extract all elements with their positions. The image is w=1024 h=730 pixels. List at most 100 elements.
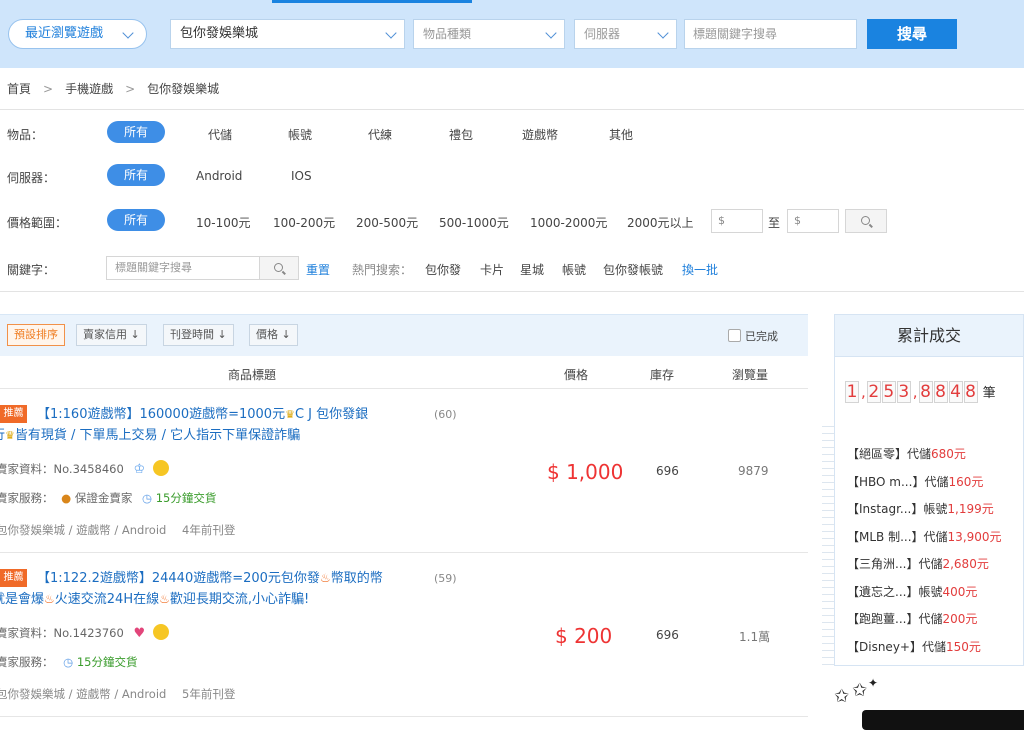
review-count: (59) (434, 572, 457, 585)
item-title-text: 幣取的幣 (330, 571, 383, 586)
seller-info: 賣家資料：No.3458460 ♔ (0, 460, 169, 477)
hot-search-term[interactable]: 包你發 (425, 261, 461, 278)
sort-bar: 預設排序 賣家信用 ↓ 刊登時間 ↓ 價格 ↓ 已完成 (0, 314, 808, 356)
filter-option[interactable]: 代練 (368, 126, 392, 143)
filter-option[interactable]: 100-200元 (273, 214, 335, 231)
deal-type: 】代儲 (906, 612, 943, 626)
deal-amount: 1,199元 (947, 502, 994, 516)
list-item[interactable]: 【絕區零】代儲680元 (847, 445, 1002, 473)
seller-id: 賣家資料：No.1423760 (0, 626, 124, 640)
table-row[interactable]: 推薦 【1:122.2遊戲幣】24440遊戲幣=200元包你發♨幣取的幣 就是會… (0, 554, 808, 717)
crown-icon: ♛ (285, 408, 295, 421)
filter-option[interactable]: 其他 (609, 126, 633, 143)
price-min-input[interactable]: $ (711, 209, 763, 233)
item-category: 包你發娛樂城 / 遊戲幣 / Android 4年前刊登 (0, 522, 235, 538)
deal-counter: 1,253,8848筆 (845, 381, 996, 403)
deal-type: 】代儲 (895, 447, 932, 461)
hot-search-term[interactable]: 星城 (520, 261, 544, 278)
filter-option-all[interactable]: 所有 (107, 121, 165, 143)
breadcrumb-mobile-games[interactable]: 手機遊戲 (65, 80, 113, 97)
service-label: 賣家服務： (0, 655, 54, 669)
reset-link[interactable]: 重置 (306, 261, 330, 278)
list-item[interactable]: 【HBO m...】代儲160元 (847, 473, 1002, 501)
item-title-text: 【1:160遊戲幣】160000遊戲幣=1000元 (37, 407, 286, 422)
filter-option-all[interactable]: 所有 (107, 209, 165, 231)
keyword-search-input[interactable]: 標題關鍵字搜尋 (684, 19, 857, 49)
breadcrumb-home[interactable]: 首頁 (7, 80, 31, 97)
counter-digit: 8 (918, 381, 933, 403)
sort-default-button[interactable]: 預設排序 (7, 324, 65, 346)
hot-search-term[interactable]: 包你發帳號 (603, 261, 663, 278)
completed-checkbox[interactable]: 已完成 (728, 328, 778, 344)
deal-amount: 680元 (931, 447, 966, 461)
deal-amount: 200元 (942, 612, 978, 626)
filter-option[interactable]: 代儲 (208, 126, 232, 143)
sort-price-button[interactable]: 價格 ↓ (249, 324, 298, 346)
star-icon: ✩ (834, 686, 850, 707)
filter-option[interactable]: Android (196, 169, 242, 183)
item-type-select[interactable]: 物品種類 (413, 19, 565, 49)
star-icon: ✩ (852, 680, 868, 701)
total-deals-title: 累計成交 (835, 315, 1023, 357)
filter-row-keyword: 關鍵字： 標題關鍵字搜尋 重置 熱門搜索： 包你發 卡片 星城 帳號 包你發帳號… (0, 256, 1024, 282)
seller-id: 賣家資料：No.3458460 (0, 462, 124, 476)
clock-icon: ◷ (142, 491, 153, 505)
filter-option[interactable]: 禮包 (449, 126, 473, 143)
hot-search-term[interactable]: 卡片 (480, 261, 504, 278)
game-select[interactable]: 包你發娛樂城 (170, 19, 405, 49)
filter-option[interactable]: 遊戲幣 (522, 126, 558, 143)
item-title-text: 歡迎長期交流,小心詐騙! (169, 592, 310, 607)
sort-credit-button[interactable]: 賣家信用 ↓ (76, 324, 147, 346)
deal-amount: 13,900元 (947, 529, 1002, 544)
hot-search-term[interactable]: 帳號 (562, 261, 586, 278)
item-title-text: 【1:122.2遊戲幣】24440遊戲幣=200元包你發 (37, 571, 320, 586)
search-icon (861, 216, 870, 225)
item-title-link[interactable]: 【1:160遊戲幣】160000遊戲幣=1000元♛C J 包你發銀 行♛皆有現… (0, 404, 420, 446)
search-button[interactable]: 搜尋 (867, 19, 957, 49)
item-category: 包你發娛樂城 / 遊戲幣 / Android 5年前刊登 (0, 686, 235, 702)
posted-time: 5年前刊登 (182, 687, 236, 701)
deal-amount: 400元 (942, 584, 978, 599)
item-title-link[interactable]: 【1:122.2遊戲幣】24440遊戲幣=200元包你發♨幣取的幣 就是會爆♨火… (0, 568, 420, 610)
server-placeholder: 伺服器 (584, 27, 621, 41)
recent-games-label: 最近瀏覽遊戲 (25, 26, 104, 41)
filter-option[interactable]: 2000元以上 (627, 214, 694, 231)
filter-option[interactable]: 1000-2000元 (530, 214, 607, 231)
promo-banner[interactable]: ✩ ✩ ✦ (834, 676, 1024, 730)
refresh-hot-link[interactable]: 換一批 (682, 261, 718, 278)
review-count: (60) (434, 408, 457, 421)
keyword-filter-search-button[interactable] (259, 256, 299, 280)
filter-option[interactable]: 帳號 (288, 126, 312, 143)
list-item[interactable]: 【遺忘之...】帳號400元 (847, 583, 1002, 611)
filter-option[interactable]: 10-100元 (196, 214, 251, 231)
counter-digit: 2 (866, 381, 881, 403)
list-item[interactable]: 【Disney+】代儲150元 (847, 638, 1002, 666)
filter-option[interactable]: IOS (291, 169, 312, 183)
breadcrumb-current[interactable]: 包你發娛樂城 (147, 80, 219, 97)
table-header: 商品標題 價格 庫存 瀏覽量 (0, 357, 808, 389)
chevron-down-icon (545, 27, 557, 39)
delivery-time: 15分鐘交貨 (155, 491, 217, 505)
list-item[interactable]: 【Instagr...】帳號1,199元 (847, 500, 1002, 528)
item-title-text: 皆有現貨 / 下單馬上交易 / 它人指示下單保證詐騙 (14, 428, 301, 443)
header-views: 瀏覽量 (732, 368, 769, 382)
price-max-input[interactable]: $ (787, 209, 839, 233)
posted-time: 4年前刊登 (182, 523, 236, 537)
server-select[interactable]: 伺服器 (574, 19, 677, 49)
keyword-filter-input[interactable]: 標題關鍵字搜尋 (106, 256, 259, 280)
filter-option[interactable]: 200-500元 (356, 214, 418, 231)
list-item[interactable]: 【MLB 制...】代儲13,900元 (847, 528, 1002, 556)
counter-unit: 筆 (982, 386, 996, 401)
hot-search-label: 熱門搜索： (352, 263, 413, 277)
filter-option[interactable]: 500-1000元 (439, 214, 509, 231)
seller-service: 賣家服務： ● 保證金賣家 ◷ 15分鐘交貨 (0, 490, 216, 506)
sort-time-button[interactable]: 刊登時間 ↓ (163, 324, 234, 346)
list-item[interactable]: 【跑跑薑...】代儲200元 (847, 610, 1002, 638)
active-nav-indicator (272, 0, 472, 3)
price-search-button[interactable] (845, 209, 887, 233)
list-item[interactable]: 【三角洲...】代儲2,680元 (847, 555, 1002, 583)
table-row[interactable]: 推薦 【1:160遊戲幣】160000遊戲幣=1000元♛C J 包你發銀 行♛… (0, 390, 808, 553)
total-deals-panel: 累計成交 1,253,8848筆 【絕區零】代儲680元 【HBO m...】代… (834, 314, 1024, 666)
recent-games-dropdown[interactable]: 最近瀏覽遊戲 (8, 19, 147, 49)
filter-option-all[interactable]: 所有 (107, 164, 165, 186)
